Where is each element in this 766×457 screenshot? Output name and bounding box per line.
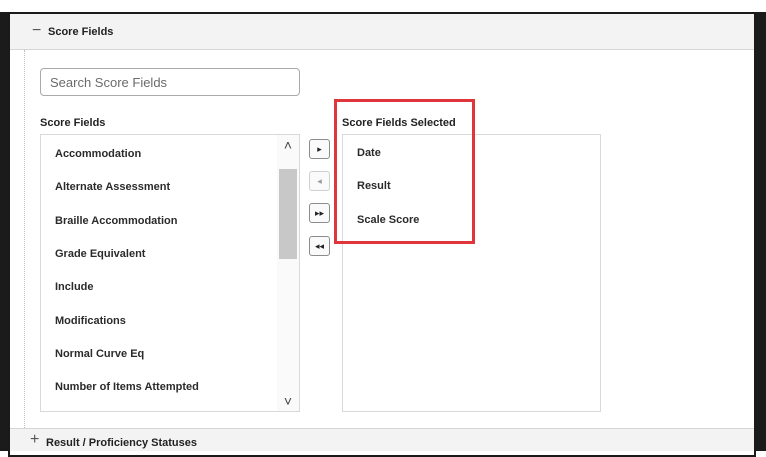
scroll-up-icon[interactable]: ˄ bbox=[277, 137, 299, 153]
list-item[interactable]: Braille Accommodation bbox=[55, 215, 177, 227]
available-list-label: Score Fields bbox=[40, 117, 106, 129]
expand-icon[interactable]: + bbox=[30, 432, 39, 448]
list-item[interactable]: Accommodation bbox=[55, 148, 141, 160]
score-fields-section-header[interactable]: − Score Fields bbox=[10, 14, 754, 50]
list-item[interactable]: Alternate Assessment bbox=[55, 181, 170, 193]
selected-fields-highlight bbox=[334, 99, 475, 244]
move-left-button[interactable]: ◂ bbox=[309, 171, 330, 191]
result-proficiency-section-header[interactable]: + Result / Proficiency Statuses bbox=[10, 428, 754, 451]
section-title: Result / Proficiency Statuses bbox=[46, 437, 197, 449]
move-all-right-button[interactable]: ▸▸ bbox=[309, 203, 330, 223]
scroll-thumb[interactable] bbox=[279, 169, 297, 259]
list-item[interactable]: Normal Curve Eq bbox=[55, 348, 144, 360]
score-fields-editor: − Score Fields Score Fields Score Fields… bbox=[0, 0, 766, 457]
list-item[interactable]: Grade Equivalent bbox=[55, 248, 145, 260]
list-item[interactable]: Number of Items Attempted bbox=[55, 381, 199, 393]
window-edge-right bbox=[756, 12, 766, 451]
search-input[interactable] bbox=[40, 68, 300, 96]
section-title: Score Fields bbox=[48, 26, 114, 38]
tree-guide-line bbox=[24, 50, 25, 432]
window-edge-left bbox=[0, 12, 8, 451]
collapse-icon[interactable]: − bbox=[32, 23, 41, 39]
move-right-button[interactable]: ▸ bbox=[309, 139, 330, 159]
list-item[interactable]: Include bbox=[55, 281, 94, 293]
list-item[interactable]: Modifications bbox=[55, 315, 126, 327]
scroll-down-icon[interactable]: ˅ bbox=[277, 393, 299, 409]
available-list-scrollbar[interactable]: ˄ ˅ bbox=[277, 135, 299, 411]
available-list[interactable]: Accommodation Alternate Assessment Brail… bbox=[40, 134, 300, 412]
move-all-left-button[interactable]: ◂◂ bbox=[309, 236, 330, 256]
